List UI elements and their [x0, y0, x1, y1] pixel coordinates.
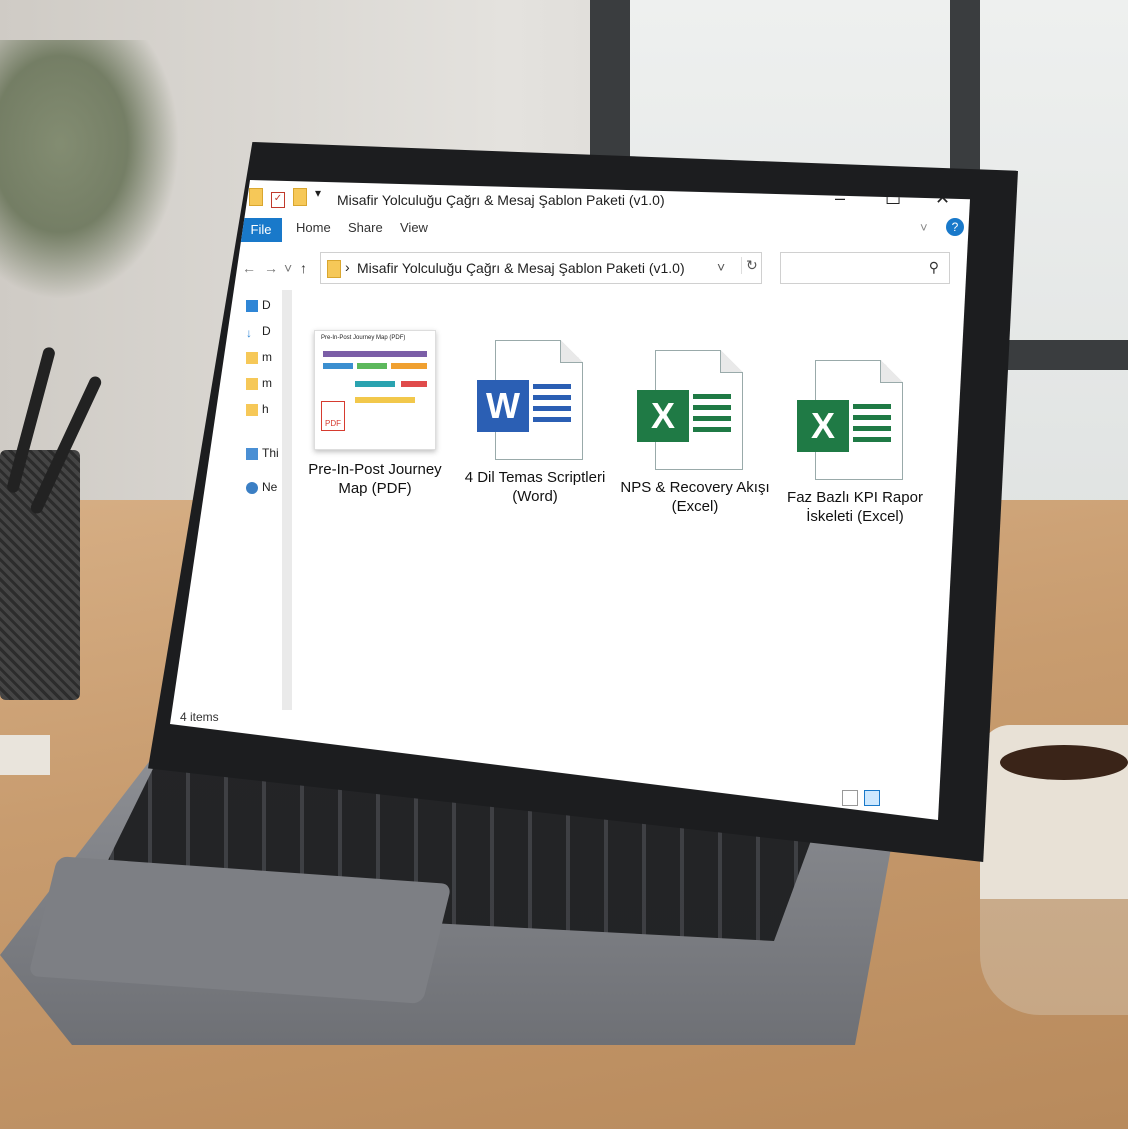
status-item-count: 4 items	[180, 710, 219, 724]
file-item-excel[interactable]: X Faz Bazlı KPI Rapor İskeleti (Excel)	[780, 360, 930, 526]
file-name: Pre-In-Post Journey Map (PDF)	[308, 461, 442, 497]
nav-item-downloads[interactable]: ↓ D	[246, 324, 271, 340]
recent-locations-icon[interactable]: ˅	[284, 260, 292, 276]
notebook	[0, 735, 50, 775]
pdf-thumbnail: Pre-In-Post Journey Map (PDF) PDF	[314, 330, 436, 450]
file-name: 4 Dil Temas Scriptleri (Word)	[464, 469, 606, 505]
file-name: NPS & Recovery Akışı (Excel)	[620, 479, 770, 515]
folder-icon	[246, 351, 258, 364]
word-file-icon: W	[475, 340, 595, 460]
nav-item-folder[interactable]: m	[246, 350, 272, 364]
file-explorer-window: ✓ ▾ Misafir Yolculuğu Çağrı & Mesaj Şabl…	[170, 180, 970, 820]
ribbon-expand-icon[interactable]: ˅	[920, 220, 928, 235]
window-title: Misafir Yolculuğu Çağrı & Mesaj Şablon P…	[337, 192, 665, 208]
nav-item-network[interactable]: Ne	[246, 480, 277, 494]
tab-view[interactable]: View	[400, 220, 428, 235]
desktop-icon	[246, 299, 258, 312]
properties-check-icon[interactable]: ✓	[271, 188, 285, 208]
forward-button[interactable]: →	[264, 260, 278, 276]
up-button[interactable]: ↑	[300, 260, 307, 276]
nav-item-this-pc[interactable]: Thi	[246, 446, 279, 460]
nav-item-folder[interactable]: h	[246, 402, 269, 416]
file-item-pdf[interactable]: Pre-In-Post Journey Map (PDF) PDF Pre-In…	[300, 330, 450, 498]
tab-file[interactable]: File	[240, 218, 282, 242]
nav-item-folder[interactable]: m	[246, 376, 272, 390]
address-row: ← → ˅ ↑ › Misafir Yolculuğu Çağrı & Mesa…	[240, 252, 960, 286]
downloads-icon: ↓	[246, 325, 252, 340]
new-folder-icon[interactable]	[293, 188, 307, 209]
view-toggle	[840, 790, 881, 811]
folder-icon	[246, 377, 258, 390]
quick-access-dropdown-icon[interactable]: ▾	[315, 186, 321, 200]
file-list: Pre-In-Post Journey Map (PDF) PDF Pre-In…	[300, 330, 950, 590]
address-bar[interactable]: › Misafir Yolculuğu Çağrı & Mesaj Şablon…	[320, 252, 762, 284]
search-icon[interactable]: ⚲	[929, 259, 939, 276]
nav-item-desktop[interactable]: D	[246, 298, 271, 312]
network-icon	[246, 481, 258, 494]
refresh-icon[interactable]: ↻	[741, 257, 758, 274]
file-item-word[interactable]: W 4 Dil Temas Scriptleri (Word)	[460, 340, 610, 506]
navigation-pane: D ↓ D m m h Thi Ne	[230, 290, 292, 710]
background-plant	[0, 40, 180, 300]
tab-share[interactable]: Share	[348, 220, 383, 235]
folder-icon	[246, 403, 258, 416]
coffee	[1000, 745, 1128, 780]
help-icon[interactable]: ?	[946, 218, 964, 236]
excel-file-icon: X	[635, 350, 755, 470]
pdf-icon: PDF	[321, 401, 345, 431]
address-dropdown-icon[interactable]: ˅	[717, 259, 725, 275]
breadcrumb-path[interactable]: Misafir Yolculuğu Çağrı & Mesaj Şablon P…	[357, 260, 685, 276]
breadcrumb-separator-icon: ›	[345, 259, 350, 275]
this-pc-icon	[246, 447, 258, 460]
large-icons-view-icon[interactable]	[864, 790, 881, 806]
folder-icon	[327, 260, 341, 278]
file-item-excel[interactable]: X NPS & Recovery Akışı (Excel)	[620, 350, 770, 516]
excel-file-icon: X	[795, 360, 915, 480]
folder-icon[interactable]	[249, 188, 263, 209]
file-name: Faz Bazlı KPI Rapor İskeleti (Excel)	[787, 489, 923, 525]
details-view-icon[interactable]	[842, 790, 858, 806]
ribbon: File Home Share View ˅ ?	[240, 218, 970, 244]
back-button[interactable]: ←	[242, 260, 256, 276]
nav-scrollbar[interactable]	[282, 290, 292, 710]
tab-home[interactable]: Home	[296, 220, 331, 235]
search-input[interactable]: ⚲	[780, 252, 950, 284]
